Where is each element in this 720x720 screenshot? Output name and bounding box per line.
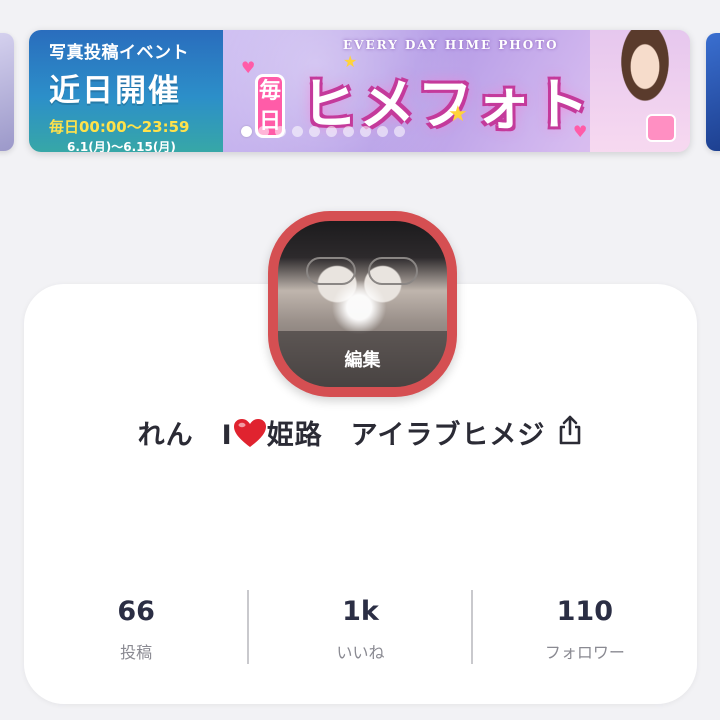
stat-posts[interactable]: 66 投稿 <box>24 586 248 670</box>
avatar[interactable]: 編集 <box>268 211 457 397</box>
profile-name: れん I 姫路 アイラブヒメジ <box>138 413 546 452</box>
stat-followers[interactable]: 110 フォロワー <box>473 586 697 670</box>
carousel-dot[interactable] <box>343 126 354 137</box>
profile-name-row: れん I 姫路 アイラブヒメジ <box>24 410 697 454</box>
profile-name-prefix: れん I <box>137 419 233 451</box>
banner-carousel[interactable]: 写真投稿イベント 近日開催 毎日00:00～23:59 6.1(月)～6.15(… <box>0 0 720 180</box>
event-hours: 毎日00:00～23:59 <box>49 118 190 136</box>
stat-value: 110 <box>556 596 613 627</box>
heart-sticker <box>646 114 676 142</box>
stat-value: 1k <box>342 596 379 627</box>
banner-model-photo <box>590 30 690 152</box>
star-icon: ★ <box>448 102 468 127</box>
avatar-glasses <box>306 257 418 287</box>
stat-likes[interactable]: 1k いいね <box>248 586 472 670</box>
event-title: 写真投稿イベント <box>49 43 189 63</box>
carousel-dot[interactable] <box>241 126 252 137</box>
next-banner-peek[interactable] <box>706 33 720 151</box>
heart-icon <box>233 418 267 451</box>
banner-tagline: EVERY DAY HIME PHOTO <box>343 38 559 52</box>
star-icon: ★ <box>343 52 358 71</box>
banner-event-info: 写真投稿イベント 近日開催 毎日00:00～23:59 6.1(月)～6.15(… <box>29 30 223 152</box>
stat-label: いいね <box>336 643 385 662</box>
carousel-dot[interactable] <box>394 126 405 137</box>
carousel-dot[interactable] <box>292 126 303 137</box>
carousel-dot[interactable] <box>360 126 371 137</box>
stat-value: 66 <box>117 596 155 627</box>
heart-icon: ♥ <box>241 58 256 77</box>
carousel-dot[interactable] <box>309 126 320 137</box>
profile-name-suffix: 姫路 アイラブヒメジ <box>266 419 546 451</box>
heart-icon: ♥ <box>573 122 588 141</box>
event-dates: 6.1(月)～6.15(月) <box>67 140 176 152</box>
carousel-dot[interactable] <box>377 126 388 137</box>
stat-divider <box>471 590 473 664</box>
stat-label: フォロワー <box>544 643 625 662</box>
previous-banner-peek[interactable] <box>0 33 14 151</box>
stat-divider <box>247 590 249 664</box>
profile-stats: 66 投稿 1k いいね 110 フォロワー <box>24 586 697 670</box>
avatar-edit-button[interactable]: 編集 <box>278 331 447 387</box>
carousel-dot[interactable] <box>326 126 337 137</box>
carousel-pagination[interactable] <box>241 126 405 137</box>
event-status: 近日開催 <box>49 73 181 109</box>
carousel-dot[interactable] <box>275 126 286 137</box>
avatar-photo: 編集 <box>278 221 447 387</box>
stat-label: 投稿 <box>120 643 153 662</box>
carousel-dot[interactable] <box>258 126 269 137</box>
share-icon[interactable] <box>557 415 583 445</box>
